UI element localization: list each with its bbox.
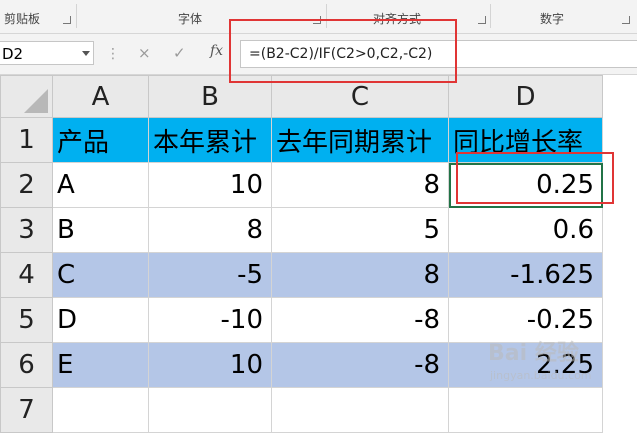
column-header-b[interactable]: B <box>148 75 272 118</box>
column-header-a[interactable]: A <box>52 75 149 118</box>
formula-bar: D2 ⋮ × ✓ fx =(B2-C2)/IF(C2>0,C2,-C2) <box>0 34 637 75</box>
table-cell[interactable]: B <box>52 207 149 253</box>
enter-icon[interactable]: ✓ <box>173 44 186 62</box>
ribbon: 剪贴板 字体 对齐方式 数字 <box>0 0 637 34</box>
header-cell-last-year[interactable]: 去年同期累计 <box>271 117 449 163</box>
table-cell[interactable]: 8 <box>148 207 272 253</box>
table-cell[interactable]: 8 <box>271 162 449 208</box>
table-cell[interactable] <box>271 387 449 433</box>
table-cell[interactable] <box>52 387 149 433</box>
table-cell[interactable]: -1.625 <box>448 252 603 298</box>
row-header[interactable]: 3 <box>0 207 53 253</box>
chevron-down-icon[interactable] <box>82 51 90 56</box>
more-icon[interactable]: ⋮ <box>106 46 121 62</box>
ribbon-group-font: 字体 <box>178 12 203 26</box>
name-box[interactable]: D2 <box>0 41 94 65</box>
table-cell[interactable]: -5 <box>148 252 272 298</box>
table-cell[interactable]: 5 <box>271 207 449 253</box>
table-cell[interactable]: E <box>52 342 149 388</box>
table-cell[interactable]: D <box>52 297 149 343</box>
ribbon-group-clipboard: 剪贴板 <box>4 12 41 26</box>
select-all-corner[interactable] <box>0 75 53 118</box>
row-header[interactable]: 4 <box>0 252 53 298</box>
number-launcher-icon[interactable] <box>622 16 630 24</box>
watermark-site: jingyan.baidu.com <box>490 369 592 382</box>
ribbon-group-number: 数字 <box>540 12 565 26</box>
row-header[interactable]: 6 <box>0 342 53 388</box>
row-header[interactable]: 1 <box>0 117 53 163</box>
clipboard-launcher-icon[interactable] <box>63 16 71 24</box>
table-cell[interactable]: -10 <box>148 297 272 343</box>
alignment-launcher-icon[interactable] <box>478 16 486 24</box>
insert-function-icon[interactable]: fx <box>210 43 223 59</box>
ribbon-group-alignment: 对齐方式 <box>373 12 422 26</box>
table-cell[interactable]: -8 <box>271 342 449 388</box>
table-cell[interactable] <box>148 387 272 433</box>
header-cell-growth-rate[interactable]: 同比增长率 <box>448 117 603 163</box>
table-cell[interactable]: 0.6 <box>448 207 603 253</box>
font-launcher-icon[interactable] <box>313 16 321 24</box>
header-cell-product[interactable]: 产品 <box>52 117 149 163</box>
watermark: Bai 经验 jingyan.baidu.com <box>488 335 637 410</box>
baidu-logo: Bai 经验 <box>488 341 579 366</box>
formula-input[interactable]: =(B2-C2)/IF(C2>0,C2,-C2) <box>240 40 637 68</box>
table-cell[interactable]: -8 <box>271 297 449 343</box>
column-header-c[interactable]: C <box>271 75 449 118</box>
column-header-d[interactable]: D <box>448 75 603 118</box>
row-header[interactable]: 2 <box>0 162 53 208</box>
header-cell-this-year[interactable]: 本年累计 <box>148 117 272 163</box>
table-cell[interactable]: 10 <box>148 342 272 388</box>
row-header[interactable]: 5 <box>0 297 53 343</box>
row-header[interactable]: 7 <box>0 387 53 433</box>
table-cell[interactable]: 8 <box>271 252 449 298</box>
cancel-icon[interactable]: × <box>138 44 151 62</box>
table-cell[interactable]: C <box>52 252 149 298</box>
table-cell[interactable]: A <box>52 162 149 208</box>
table-cell[interactable]: 10 <box>148 162 272 208</box>
selected-cell-d2[interactable]: 0.25 <box>448 162 603 208</box>
